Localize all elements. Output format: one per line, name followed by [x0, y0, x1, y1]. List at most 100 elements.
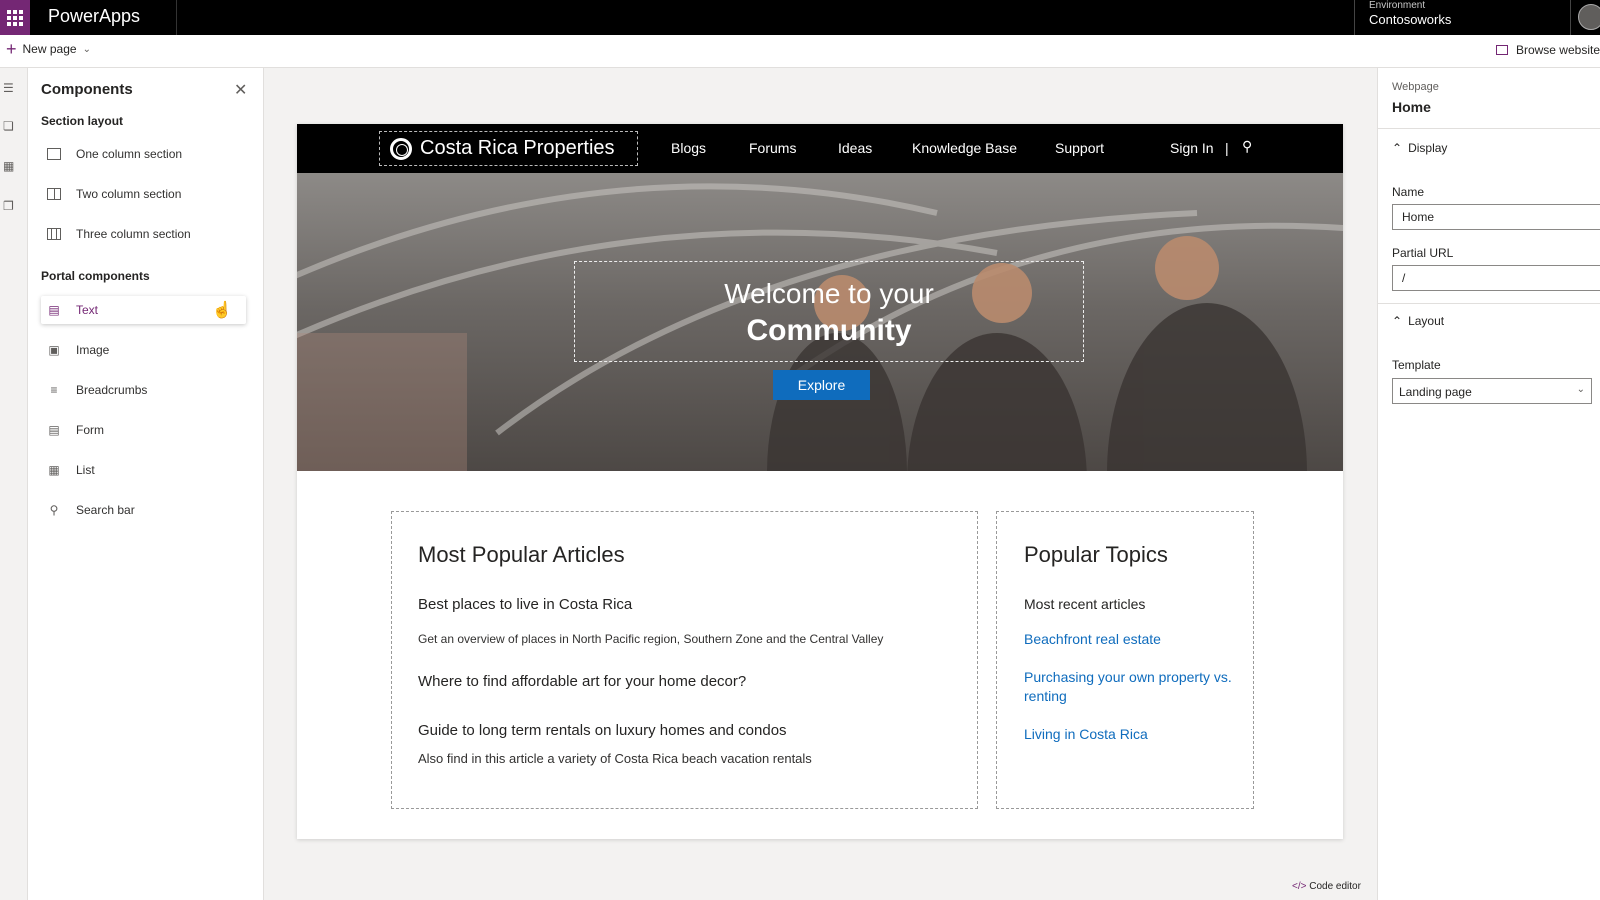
layout-section-toggle[interactable]: ⌃ Layout	[1392, 314, 1444, 328]
item-label: Two column section	[76, 187, 182, 201]
divider	[1570, 0, 1571, 35]
properties-title: Home	[1392, 99, 1431, 115]
breadcrumbs-component-item[interactable]: ≡ Breadcrumbs	[41, 376, 246, 404]
section-label: Layout	[1408, 314, 1445, 328]
partial-url-label: Partial URL	[1392, 246, 1454, 260]
new-page-label: New page	[22, 42, 77, 56]
user-avatar[interactable]	[1578, 4, 1600, 30]
nav-link-ideas[interactable]: Ideas	[838, 140, 872, 156]
section-layout-heading: Section layout	[41, 114, 124, 128]
waffle-icon	[7, 9, 23, 26]
item-label: Three column section	[76, 227, 191, 241]
app-name[interactable]: PowerApps	[48, 6, 140, 27]
list-icon: ▦	[48, 463, 60, 477]
divider	[1378, 303, 1600, 304]
article-description: Get an overview of places in North Pacif…	[418, 632, 884, 646]
item-label: Search bar	[76, 503, 135, 517]
partial-url-input[interactable]	[1392, 265, 1600, 291]
two-column-section-item[interactable]: Two column section	[41, 180, 246, 208]
top-bar: PowerApps Environment Contosoworks	[0, 0, 1600, 35]
hamburger-icon[interactable]: ☰	[3, 82, 17, 94]
divider	[1378, 128, 1600, 129]
search-icon: ⚲	[49, 503, 59, 517]
topics-section[interactable]: Popular Topics Most recent articles Beac…	[996, 511, 1254, 809]
code-icon: </>	[1292, 881, 1307, 892]
app-launcher-button[interactable]	[0, 0, 30, 35]
close-icon[interactable]: ✕	[234, 80, 247, 100]
article-title[interactable]: Where to find affordable art for your ho…	[418, 673, 746, 690]
code-editor-button[interactable]: </> Code editor	[1292, 881, 1361, 892]
divider	[1354, 0, 1355, 35]
properties-panel: Webpage Home ⌃ Display Name Partial URL …	[1377, 68, 1600, 900]
plus-icon: +	[6, 39, 17, 59]
two-column-icon	[44, 184, 64, 204]
topic-link[interactable]: Beachfront real estate	[1024, 630, 1234, 649]
item-label: Image	[76, 343, 110, 357]
item-label: Breadcrumbs	[76, 383, 148, 397]
one-column-section-item[interactable]: One column section	[41, 140, 246, 168]
components-icon[interactable]: ▦	[3, 160, 17, 172]
nav-link-support[interactable]: Support	[1055, 140, 1104, 156]
browse-website-button[interactable]: Browse website	[1495, 43, 1600, 57]
articles-section[interactable]: Most Popular Articles Best places to liv…	[391, 511, 978, 809]
hand-cursor-icon: ☝	[212, 302, 232, 319]
three-column-section-item[interactable]: Three column section	[41, 220, 246, 248]
logo-icon	[390, 137, 412, 160]
article-title[interactable]: Best places to live in Costa Rica	[418, 596, 632, 613]
environment-label: Environment	[1369, 0, 1426, 11]
pages-icon[interactable]: ❏	[3, 120, 17, 132]
topic-link[interactable]: Purchasing your own property vs. renting	[1024, 668, 1234, 706]
text-icon: ▤	[48, 303, 60, 317]
site-brand[interactable]: Costa Rica Properties	[379, 131, 638, 166]
display-section-toggle[interactable]: ⌃ Display	[1392, 141, 1447, 155]
topic-link[interactable]: Living in Costa Rica	[1024, 725, 1234, 744]
item-label: One column section	[76, 147, 183, 161]
item-label: List	[76, 463, 95, 477]
search-icon[interactable]: ⚲	[1242, 138, 1252, 155]
new-page-button[interactable]: + New page ⌄	[6, 39, 91, 59]
nav-link-knowledge-base[interactable]: Knowledge Base	[912, 140, 1017, 156]
browse-website-label: Browse website	[1515, 43, 1600, 57]
divider	[176, 0, 177, 35]
explore-button[interactable]: Explore	[773, 370, 870, 400]
sign-in-link[interactable]: Sign In	[1170, 140, 1214, 156]
name-input[interactable]	[1392, 204, 1600, 230]
hero-heading-line1: Welcome to your	[724, 278, 934, 309]
portal-components-heading: Portal components	[41, 269, 150, 283]
template-dropdown[interactable]: Landing page ⌄	[1392, 378, 1592, 404]
hero-heading-line2: Community	[746, 314, 912, 347]
environment-picker[interactable]: Contosoworks	[1369, 12, 1451, 27]
name-label: Name	[1392, 185, 1425, 199]
webpage-type-label: Webpage	[1392, 81, 1439, 93]
article-description: Also find in this article a variety of C…	[418, 751, 812, 766]
nav-separator: |	[1225, 140, 1229, 156]
image-component-item[interactable]: ▣ Image	[41, 336, 246, 364]
chevron-down-icon: ⌄	[82, 43, 91, 55]
form-icon: ▤	[48, 423, 60, 437]
chevron-up-icon: ⌃	[1392, 314, 1403, 328]
template-label: Template	[1392, 358, 1441, 372]
topics-heading: Popular Topics	[1024, 542, 1168, 567]
templates-icon[interactable]: ❐	[3, 200, 17, 212]
left-rail: ☰ ❏ ▦ ❐	[0, 68, 28, 900]
item-label: Form	[76, 423, 104, 437]
panel-title: Components	[41, 81, 133, 98]
list-component-item[interactable]: ▦ List	[41, 456, 246, 484]
code-editor-label: Code editor	[1309, 881, 1361, 892]
item-label: Text	[76, 303, 99, 317]
section-label: Display	[1408, 141, 1448, 155]
one-column-icon	[44, 144, 64, 164]
hero-banner[interactable]: Welcome to your Community Explore	[297, 173, 1343, 471]
three-column-icon	[44, 224, 64, 244]
breadcrumbs-icon: ≡	[50, 383, 58, 397]
components-panel: Components ✕ Section layout One column s…	[28, 68, 264, 900]
hero-text-section[interactable]: Welcome to your Community	[574, 261, 1084, 362]
chevron-down-icon: ⌄	[1576, 384, 1585, 395]
article-title[interactable]: Guide to long term rentals on luxury hom…	[418, 722, 787, 739]
form-component-item[interactable]: ▤ Form	[41, 416, 246, 444]
search-bar-component-item[interactable]: ⚲ Search bar	[41, 496, 246, 524]
site-header: Costa Rica Properties Blogs Forums Ideas…	[297, 124, 1343, 173]
nav-link-forums[interactable]: Forums	[749, 140, 796, 156]
nav-link-blogs[interactable]: Blogs	[671, 140, 706, 156]
webpage-preview: Costa Rica Properties Blogs Forums Ideas…	[297, 124, 1343, 839]
